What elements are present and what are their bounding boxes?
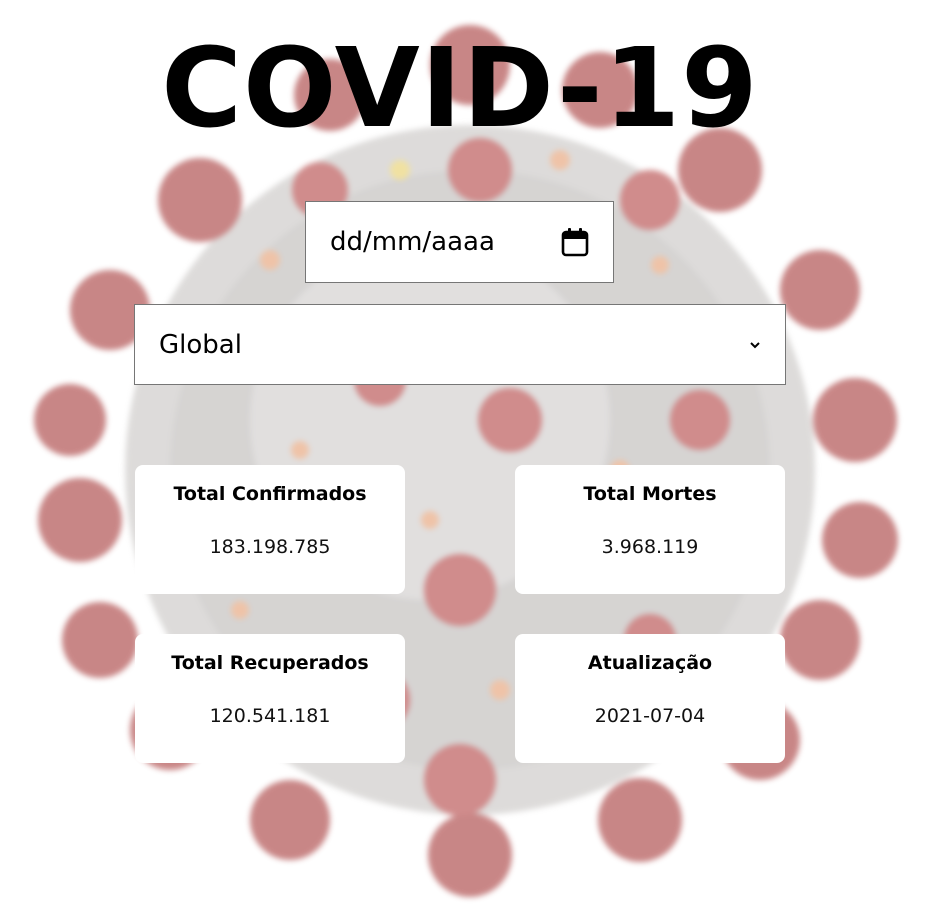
stat-card-title: Total Mortes <box>583 483 717 505</box>
region-select-value: Global <box>159 329 242 360</box>
stat-card-deaths: Total Mortes 3.968.119 <box>515 465 785 594</box>
stat-card-value: 2021-07-04 <box>594 705 706 727</box>
stat-card-recovered: Total Recuperados 120.541.181 <box>135 634 405 763</box>
stat-card-updated: Atualização 2021-07-04 <box>515 634 785 763</box>
date-placeholder: dd/mm/aaaa <box>330 227 495 257</box>
stat-card-value: 183.198.785 <box>209 536 331 558</box>
stat-card-confirmed: Total Confirmados 183.198.785 <box>135 465 405 594</box>
chevron-down-icon <box>750 341 760 348</box>
stat-card-title: Total Confirmados <box>173 483 367 505</box>
page: COVID-19 dd/mm/aaaa Global Total Confirm… <box>0 0 945 905</box>
stat-card-title: Total Recuperados <box>171 652 369 674</box>
stat-card-value: 3.968.119 <box>601 536 699 558</box>
date-input[interactable]: dd/mm/aaaa <box>305 201 614 283</box>
stat-card-value: 120.541.181 <box>209 705 331 727</box>
calendar-icon[interactable] <box>561 227 589 257</box>
stat-card-title: Atualização <box>587 652 713 674</box>
region-select[interactable]: Global <box>134 304 786 385</box>
page-title: COVID-19 <box>161 24 759 152</box>
